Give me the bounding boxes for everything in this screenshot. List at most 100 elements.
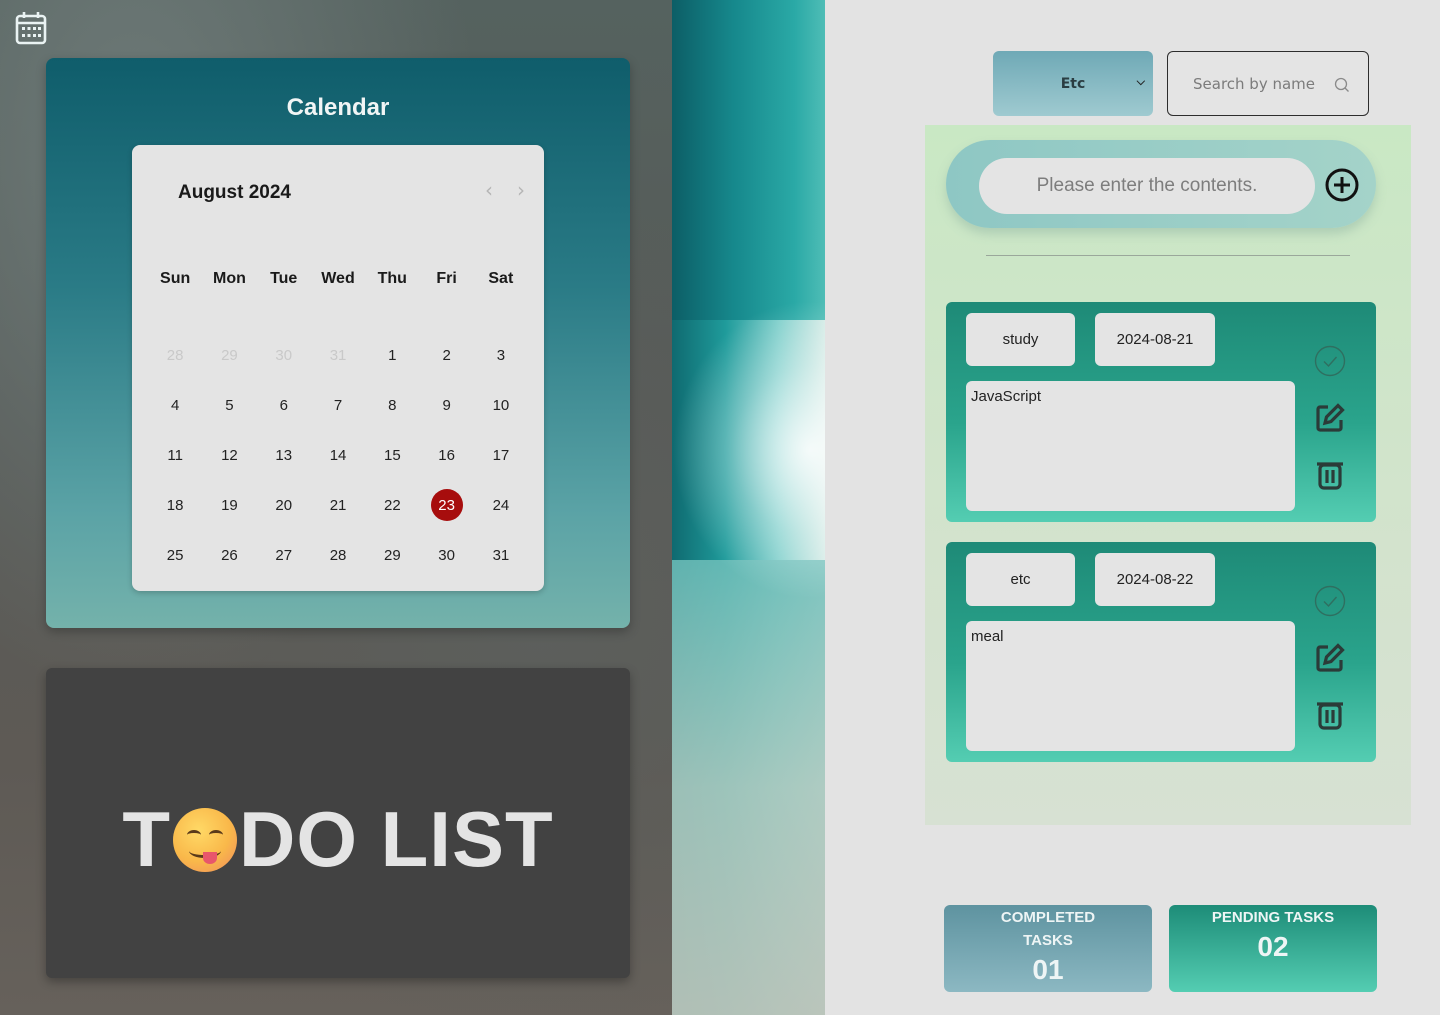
- completed-tasks-count: 01: [1032, 954, 1064, 985]
- calendar-day-number: 27: [275, 546, 293, 564]
- calendar-days-grid: 28 29 30 31 1 2 3 4 5 6 7 8 9 10 11 12 13 14 15 16 17 18 19 20 2…: [148, 330, 528, 580]
- calendar-day-today[interactable]: 23: [419, 480, 473, 530]
- banner-title-end: DO LIST: [238, 795, 554, 883]
- calendar-day-number: 23: [430, 489, 463, 521]
- weekday-label: Tue: [270, 270, 298, 287]
- calendar-day-number: 25: [166, 546, 184, 564]
- trash-icon[interactable]: [1314, 699, 1346, 731]
- calendar-day[interactable]: 19: [202, 480, 256, 530]
- calendar-day-number: 1: [388, 346, 397, 364]
- calendar-day-number: 24: [492, 496, 510, 514]
- task-card: study 2024-08-21 JavaScript: [946, 302, 1376, 522]
- calendar-day[interactable]: 26: [202, 530, 256, 580]
- filter-selected-value: Etc: [1060, 75, 1086, 92]
- calendar-day-number: 9: [442, 396, 451, 414]
- task-category: study: [966, 313, 1075, 366]
- calendar-day-number: 2: [442, 346, 451, 364]
- search-input[interactable]: [1193, 74, 1333, 93]
- task-date: 2024-08-22: [1095, 553, 1215, 606]
- completed-tasks-label: COMPLETED TASKS: [1000, 909, 1096, 949]
- calendar-day-number: 31: [329, 346, 347, 364]
- chevron-right-icon[interactable]: ›: [512, 179, 530, 201]
- sea-shallow: [672, 560, 825, 1015]
- calendar-day[interactable]: 30: [257, 330, 311, 380]
- calendar-widget: August 2024 ‹ › Sun Mon Tue Wed Thu Fri Sat 28…: [132, 145, 544, 591]
- banner-title: T DO LIST: [46, 794, 630, 885]
- calendar-day[interactable]: 10: [474, 380, 528, 430]
- calendar-day-number: 12: [221, 446, 238, 464]
- todo-banner: T DO LIST: [46, 668, 630, 978]
- edit-icon[interactable]: [1314, 642, 1346, 674]
- calendar-day[interactable]: 15: [365, 430, 419, 480]
- banner-title-start: T: [122, 795, 171, 883]
- calendar-card: Calendar August 2024 ‹ › Sun Mon Tue Wed Thu…: [46, 58, 630, 628]
- calendar-day[interactable]: 27: [257, 530, 311, 580]
- calendar-day-number: 20: [275, 496, 293, 514]
- sea-foam: [672, 300, 825, 600]
- calendar-day[interactable]: 16: [419, 430, 473, 480]
- calendar-day[interactable]: 24: [474, 480, 528, 530]
- calendar-day[interactable]: 17: [474, 430, 528, 480]
- sea-deep-water: [672, 0, 825, 320]
- check-circle-icon[interactable]: [1314, 345, 1346, 377]
- calendar-day[interactable]: 9: [419, 380, 473, 430]
- calendar-day[interactable]: 5: [202, 380, 256, 430]
- calendar-day[interactable]: 29: [202, 330, 256, 380]
- pending-tasks-label: PENDING TASKS: [1211, 909, 1335, 926]
- calendar-day-number: 21: [329, 496, 347, 514]
- calendar-day[interactable]: 8: [365, 380, 419, 430]
- calendar-day-number: 22: [383, 496, 401, 514]
- calendar-day-number: 10: [492, 396, 510, 414]
- edit-icon[interactable]: [1314, 402, 1346, 434]
- chevron-down-icon: ⌵: [1136, 75, 1145, 88]
- calendar-day[interactable]: 7: [311, 380, 365, 430]
- calendar-day-number: 19: [221, 496, 238, 514]
- calendar-day-number: 29: [221, 346, 238, 364]
- calendar-day[interactable]: 13: [257, 430, 311, 480]
- calendar-day[interactable]: 25: [148, 530, 202, 580]
- calendar-day[interactable]: 12: [202, 430, 256, 480]
- calendar-day[interactable]: 18: [148, 480, 202, 530]
- calendar-day[interactable]: 30: [419, 530, 473, 580]
- weekday-header: Sun Mon Tue Wed Thu Fri Sat: [148, 270, 528, 288]
- weekday-label: Sun: [160, 270, 191, 287]
- calendar-day[interactable]: 21: [311, 480, 365, 530]
- category-filter-select[interactable]: Etc ⌵: [993, 51, 1153, 116]
- calendar-day[interactable]: 22: [365, 480, 419, 530]
- calendar-day-number: 18: [166, 496, 184, 514]
- task-content[interactable]: JavaScript: [966, 381, 1295, 511]
- weekday-label: Sat: [488, 270, 514, 287]
- task-content[interactable]: meal: [966, 621, 1295, 751]
- calendar-day[interactable]: 31: [474, 530, 528, 580]
- calendar-day-number: 11: [167, 446, 183, 464]
- trash-icon[interactable]: [1314, 459, 1346, 491]
- calendar-icon[interactable]: [14, 10, 48, 46]
- calendar-day[interactable]: 29: [365, 530, 419, 580]
- calendar-day[interactable]: 3: [474, 330, 528, 380]
- calendar-day[interactable]: 20: [257, 480, 311, 530]
- check-circle-icon[interactable]: [1314, 585, 1346, 617]
- calendar-day[interactable]: 2: [419, 330, 473, 380]
- calendar-day[interactable]: 14: [311, 430, 365, 480]
- add-todo-input[interactable]: [979, 158, 1315, 214]
- calendar-day-number: 7: [333, 396, 343, 414]
- yum-emoji-icon: [172, 807, 237, 872]
- search-icon[interactable]: [1334, 77, 1350, 93]
- calendar-month-label: August 2024: [178, 182, 291, 203]
- calendar-day[interactable]: 28: [148, 330, 202, 380]
- calendar-day[interactable]: 11: [148, 430, 202, 480]
- calendar-day[interactable]: 31: [311, 330, 365, 380]
- search-box: [1167, 51, 1369, 116]
- calendar-day-number: 14: [329, 446, 347, 464]
- calendar-day-number: 31: [492, 546, 510, 564]
- chevron-left-icon[interactable]: ‹: [480, 179, 498, 201]
- calendar-day[interactable]: 28: [311, 530, 365, 580]
- calendar-day[interactable]: 6: [257, 380, 311, 430]
- weekday-label: Thu: [377, 270, 407, 287]
- calendar-day[interactable]: 1: [365, 330, 419, 380]
- calendar-day[interactable]: 4: [148, 380, 202, 430]
- add-circle-icon[interactable]: [1325, 168, 1359, 202]
- calendar-day-number: 4: [170, 396, 180, 414]
- task-card: etc 2024-08-22 meal: [946, 542, 1376, 762]
- calendar-day-number: 15: [383, 446, 401, 464]
